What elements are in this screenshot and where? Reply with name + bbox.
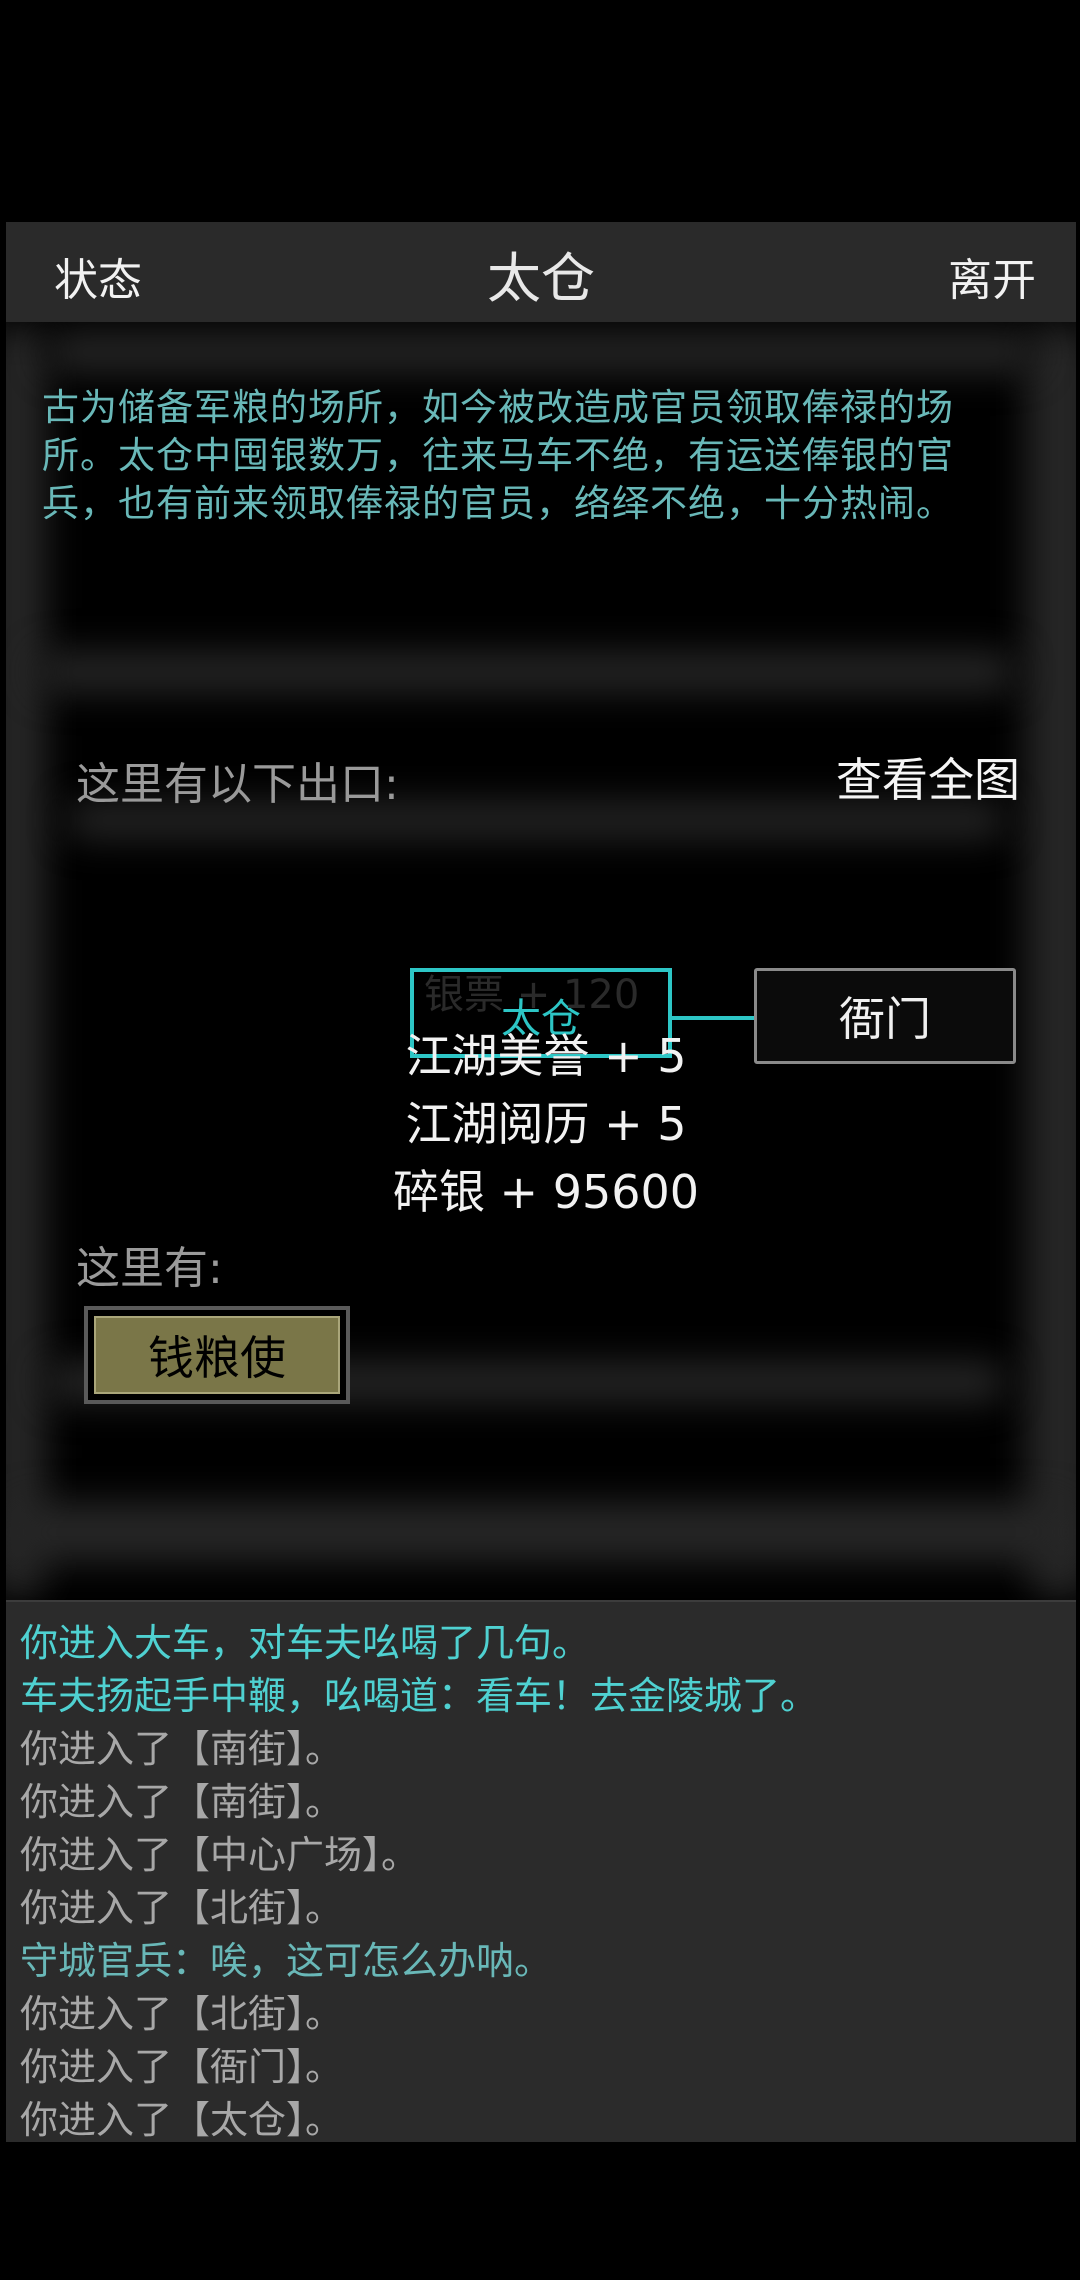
reward-line: 碎银 + 95600 <box>392 1165 700 1219</box>
log-line: 守城官兵：唉，这可怎么办呐。 <box>20 1939 553 1983</box>
leave-button[interactable]: 离开 <box>948 244 1036 308</box>
message-log: 你进入大车，对车夫吆喝了几句。车夫扬起手中鞭，吆喝道：看车！去金陵城了。 你进入了… <box>6 1600 1076 2142</box>
npc-button[interactable]: 钱粮使 <box>84 1306 350 1404</box>
mist-right <box>1026 322 1076 1600</box>
location-title: 太仓 <box>487 247 595 310</box>
log-line: 车夫扬起手中鞭，吆喝道：看车！去金陵城了。 <box>20 1674 819 1718</box>
log-line: 你进入了【南街】。 <box>20 1780 344 1824</box>
mist-bottom <box>6 1502 1076 1562</box>
log-line: 你进入了【太仓】。 <box>20 2098 344 2142</box>
log-line: 你进入了【北街】。 <box>20 1992 344 2036</box>
log-line: 你进入了【南街】。 <box>20 1727 344 1771</box>
reward-faded: 银票 + 120 <box>424 972 640 1018</box>
npc-label: 钱粮使 <box>94 1316 340 1394</box>
here-label: 这里有: <box>76 1243 223 1294</box>
log-line: 你进入了【中心广场】。 <box>20 1833 420 1877</box>
log-line: 你进入大车，对车夫吆喝了几句。 <box>20 1621 591 1665</box>
top-bar: 状态 太仓 离开 <box>6 222 1076 322</box>
reward-line: 江湖美誉 + 5 <box>405 1029 687 1083</box>
map-exit-yamen[interactable]: 衙门 <box>754 968 1016 1064</box>
mist-top <box>46 332 1036 372</box>
log-line: 你进入了【衙门】。 <box>20 2045 344 2089</box>
mist-left <box>6 322 46 1600</box>
mist-band <box>36 652 1016 692</box>
scene-panel: 古为储备军粮的场所，如今被改造成官员领取俸禄的场所。太仓中囤银数万，往来马车不绝… <box>6 322 1076 1600</box>
location-description: 古为储备军粮的场所，如今被改造成官员领取俸禄的场所。太仓中囤银数万，往来马车不绝… <box>42 386 954 525</box>
log-line: 你进入了【北街】。 <box>20 1886 344 1930</box>
exits-label: 这里有以下出口: <box>76 759 399 810</box>
view-full-map-button[interactable]: 查看全图 <box>836 744 1020 810</box>
reward-line: 江湖阅历 + 5 <box>405 1097 687 1151</box>
